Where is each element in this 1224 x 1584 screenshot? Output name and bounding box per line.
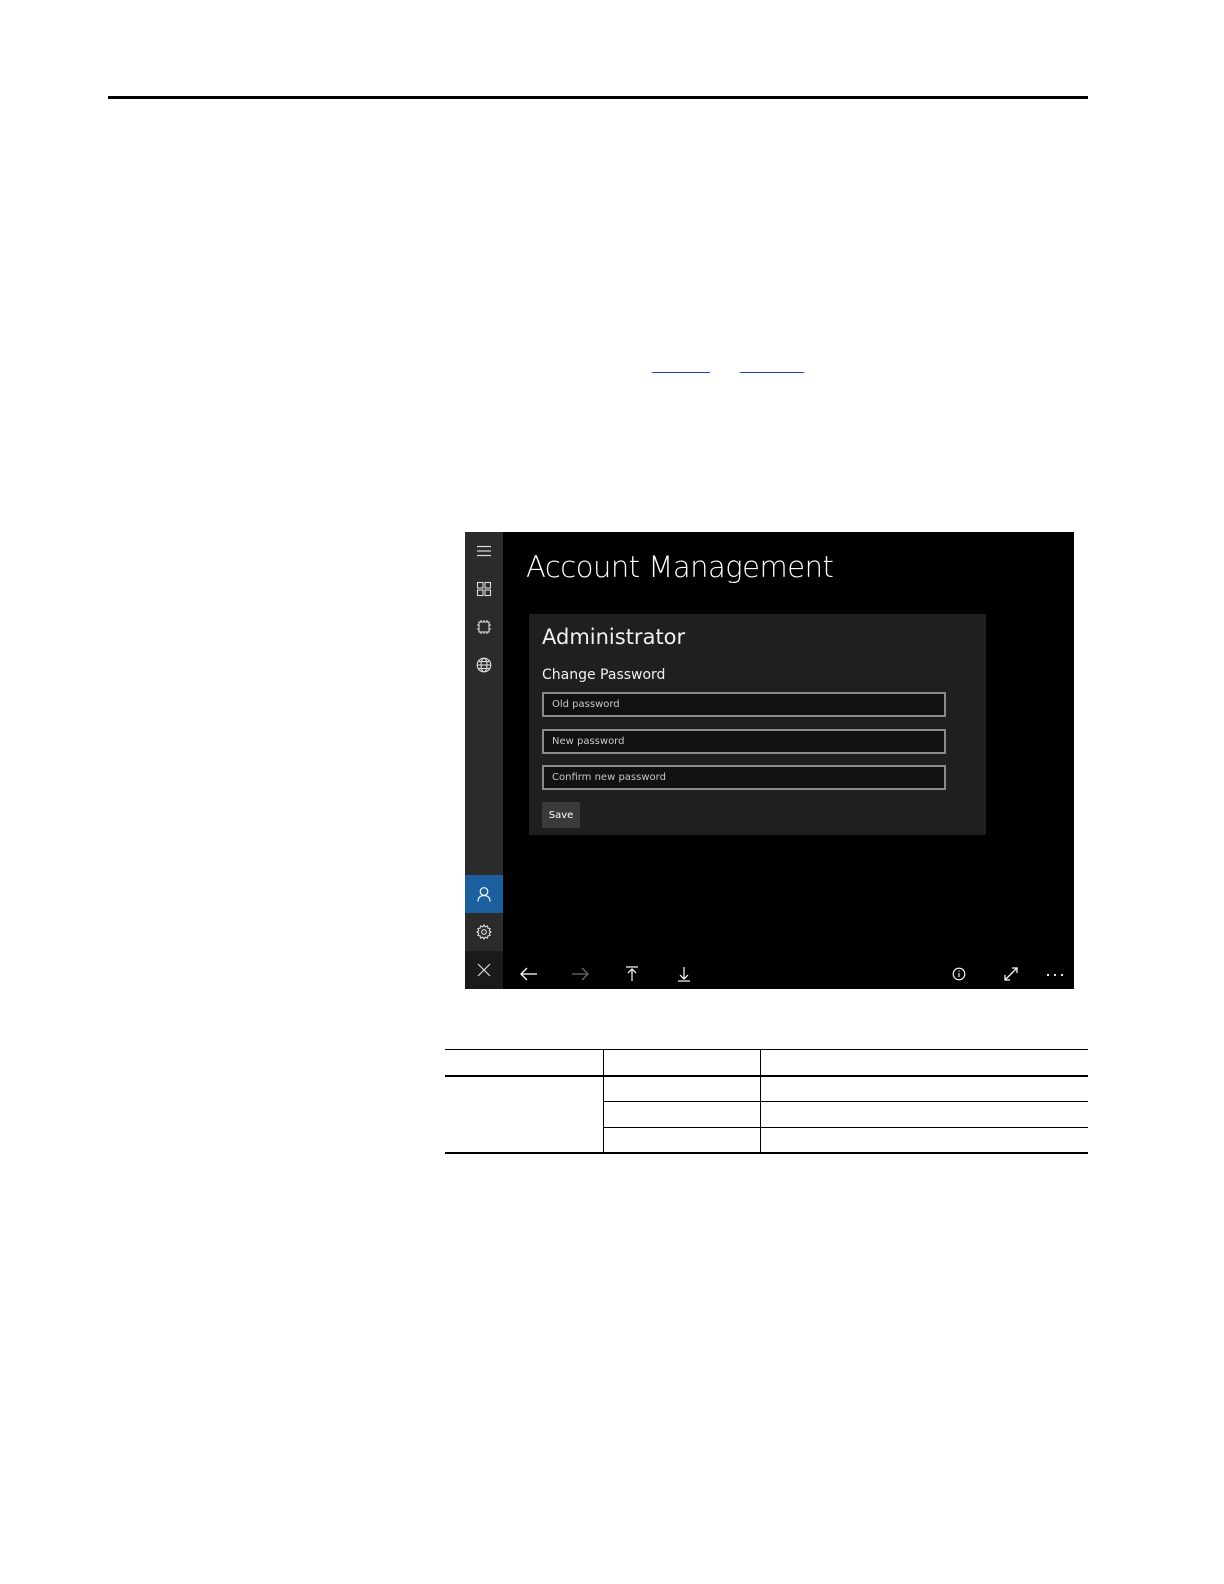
device-icon[interactable]: [465, 608, 503, 646]
confirm-password-field[interactable]: [542, 765, 946, 790]
table-column-divider: [760, 1049, 761, 1153]
forward-arrow-icon[interactable]: [568, 962, 592, 986]
account-name: Administrator: [542, 625, 686, 649]
table-row-rule: [603, 1101, 1088, 1102]
globe-icon[interactable]: [465, 646, 503, 684]
scroll-bottom-icon[interactable]: [672, 962, 696, 986]
device-portal-screenshot: Account Management Administrator Change …: [465, 532, 1074, 989]
menu-icon[interactable]: [465, 532, 503, 570]
change-password-heading: Change Password: [542, 667, 666, 683]
table-column-divider: [603, 1049, 604, 1153]
table-bottom-rule: [445, 1152, 1088, 1154]
settings-icon[interactable]: [465, 913, 503, 951]
scroll-top-icon[interactable]: [620, 962, 644, 986]
table-header-rule: [445, 1075, 1088, 1077]
fullscreen-icon[interactable]: [999, 962, 1023, 986]
save-button[interactable]: Save: [542, 802, 580, 828]
page-top-rule: [108, 96, 1088, 99]
dashboard-icon[interactable]: [465, 570, 503, 608]
cross-reference-link[interactable]: [652, 372, 710, 373]
back-arrow-icon[interactable]: [517, 962, 541, 986]
account-card: Administrator Change Password Save: [529, 614, 986, 835]
old-password-field[interactable]: [542, 692, 946, 717]
close-icon[interactable]: [465, 951, 503, 989]
data-table: [445, 1049, 1088, 1155]
page-title: Account Management: [526, 550, 834, 584]
more-icon[interactable]: [1043, 962, 1067, 986]
cross-reference-link[interactable]: [740, 372, 804, 373]
navigation-rail: [465, 532, 503, 989]
table-row-rule: [603, 1127, 1088, 1128]
info-icon[interactable]: [947, 962, 971, 986]
account-icon[interactable]: [465, 875, 503, 913]
table-top-rule: [445, 1049, 1088, 1050]
new-password-field[interactable]: [542, 729, 946, 754]
